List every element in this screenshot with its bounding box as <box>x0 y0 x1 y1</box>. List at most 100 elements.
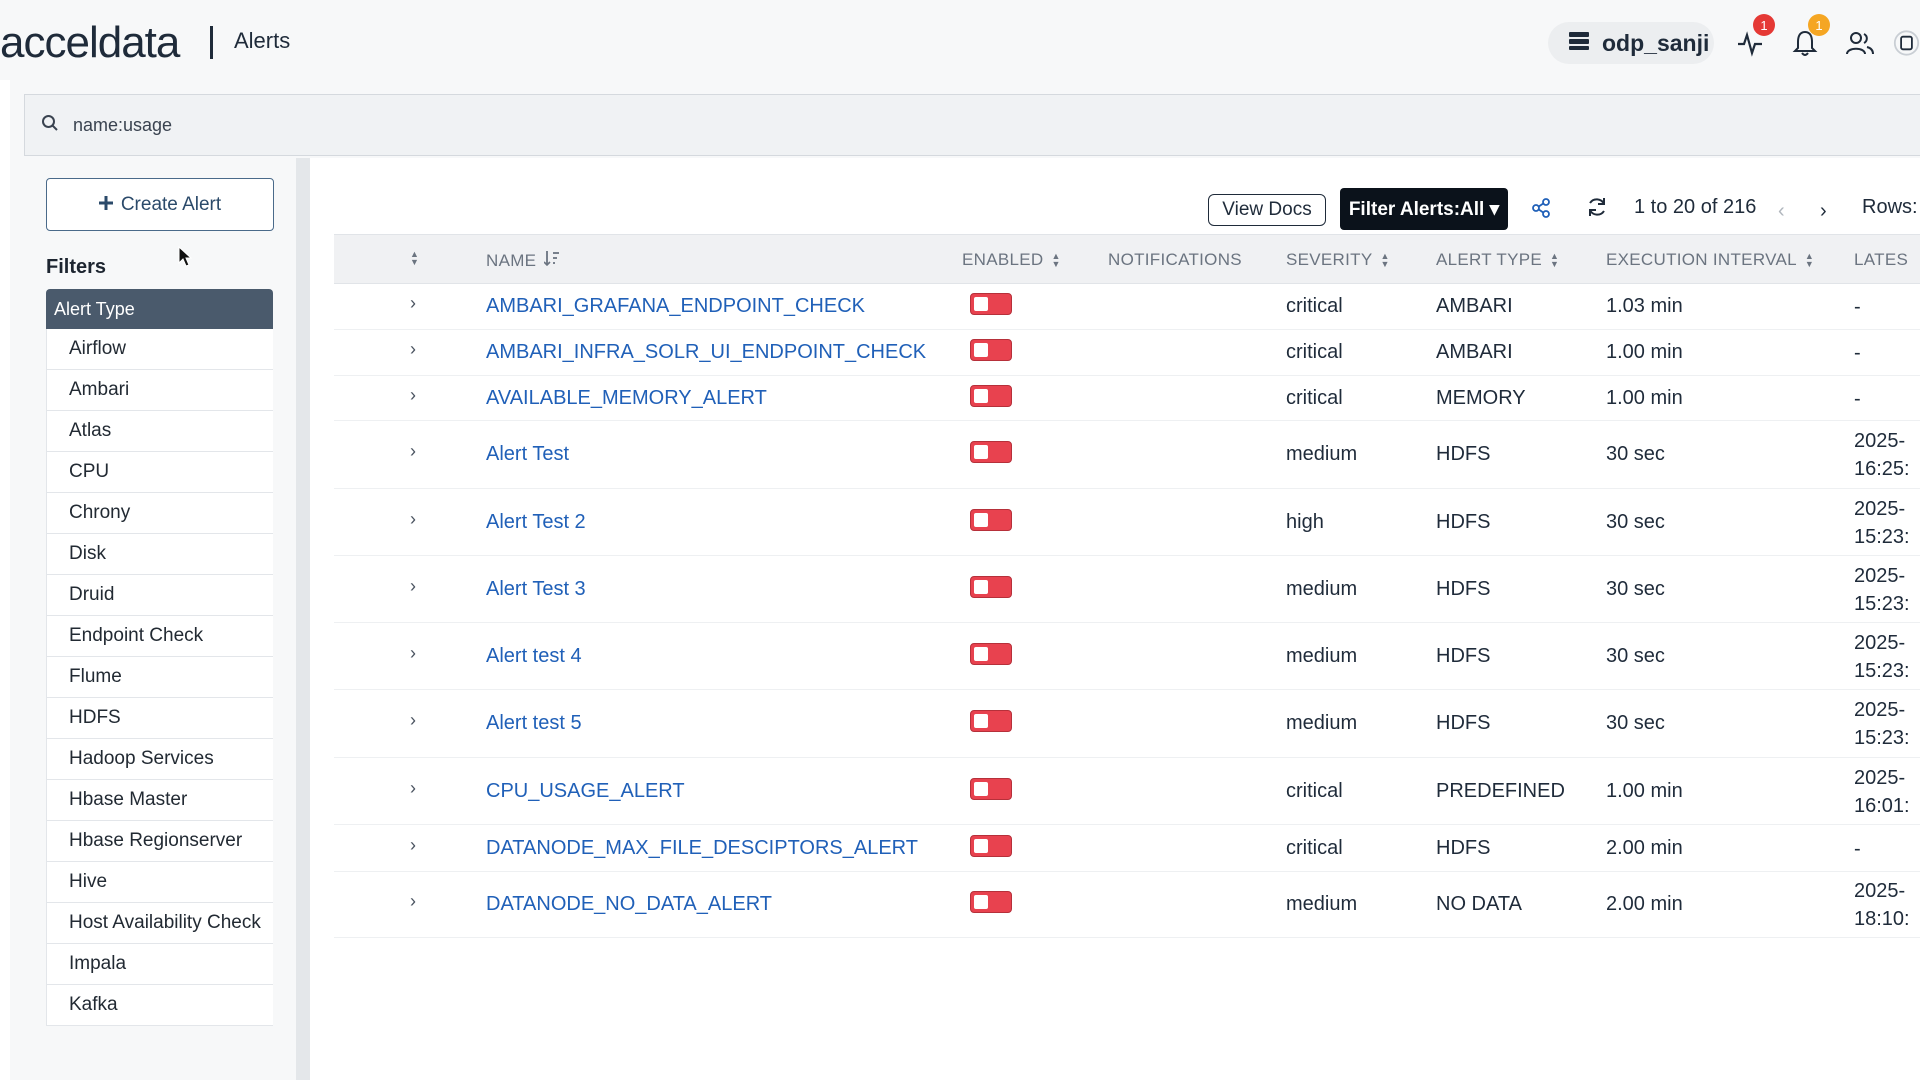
enabled-toggle[interactable] <box>970 710 1012 732</box>
filter-item-hive[interactable]: Hive <box>46 862 273 903</box>
alert-name-link[interactable]: Alert test 5 <box>486 712 582 735</box>
filter-item-flume[interactable]: Flume <box>46 657 273 698</box>
table-row[interactable]: › DATANODE_MAX_FILE_DESCIPTORS_ALERT cri… <box>334 825 1920 872</box>
table-row[interactable]: › AVAILABLE_MEMORY_ALERT critical MEMORY… <box>334 376 1920 421</box>
filter-alerts-dropdown[interactable]: Filter Alerts:All ▾ <box>1340 188 1508 230</box>
filter-item-impala[interactable]: Impala <box>46 944 273 985</box>
header-latest[interactable]: LATES <box>1854 250 1908 270</box>
alert-name-link[interactable]: CPU_USAGE_ALERT <box>486 780 685 803</box>
filter-item-hdfs[interactable]: HDFS <box>46 698 273 739</box>
alert-type-cell: HDFS <box>1436 443 1491 465</box>
users-icon[interactable] <box>1843 26 1877 60</box>
table-row[interactable]: › AMBARI_INFRA_SOLR_UI_ENDPOINT_CHECK cr… <box>334 330 1920 376</box>
expand-chevron-icon[interactable]: › <box>410 778 416 799</box>
expand-chevron-icon[interactable]: › <box>410 509 416 530</box>
share-icon[interactable] <box>1532 198 1550 223</box>
latest-line-1: 2025- <box>1854 631 1906 654</box>
activity-badge: 1 <box>1753 14 1775 36</box>
expand-chevron-icon[interactable]: › <box>410 835 416 856</box>
filter-item-cpu[interactable]: CPU <box>46 452 273 493</box>
enabled-toggle[interactable] <box>970 777 1012 800</box>
alert-name-link[interactable]: AMBARI_INFRA_SOLR_UI_ENDPOINT_CHECK <box>486 341 926 364</box>
expand-chevron-icon[interactable]: › <box>410 385 416 406</box>
table-row[interactable]: › Alert test 4 medium HDFS 30 sec 2025- … <box>334 623 1920 690</box>
filter-item-hbase-regionserver[interactable]: Hbase Regionserver <box>46 821 273 862</box>
table-row[interactable]: › DATANODE_NO_DATA_ALERT medium NO DATA … <box>334 872 1920 938</box>
enabled-toggle[interactable] <box>970 575 1012 598</box>
expand-chevron-icon[interactable]: › <box>410 643 416 664</box>
alert-name-link[interactable]: Alert Test 3 <box>486 578 586 601</box>
activity-icon[interactable]: 1 <box>1733 14 1775 60</box>
header-alert-type[interactable]: ALERT TYPE ▲ ▼ <box>1436 250 1559 270</box>
filter-item-disk[interactable]: Disk <box>46 534 273 575</box>
filter-item-kafka[interactable]: Kafka <box>46 985 273 1026</box>
filter-group-alert-type[interactable]: Alert Type <box>46 289 273 329</box>
filter-item-host-availability-check[interactable]: Host Availability Check <box>46 903 273 944</box>
enabled-toggle[interactable] <box>970 293 1012 315</box>
alert-name-link[interactable]: Alert Test <box>486 443 569 466</box>
filter-item-druid[interactable]: Druid <box>46 575 273 616</box>
enabled-toggle[interactable] <box>970 508 1012 531</box>
expand-chevron-icon[interactable]: › <box>410 576 416 597</box>
expand-chevron-icon[interactable]: › <box>410 891 416 912</box>
expand-chevron-icon[interactable]: › <box>410 441 416 462</box>
latest-cell: 2025- 15:23: <box>1854 562 1910 618</box>
enabled-toggle[interactable] <box>970 834 1012 857</box>
search-bar[interactable] <box>24 94 1920 156</box>
table-row[interactable]: › Alert test 5 medium HDFS 30 sec 2025- … <box>334 690 1920 758</box>
cluster-selector[interactable]: odp_sanji <box>1548 22 1714 64</box>
enabled-toggle[interactable] <box>970 441 1012 463</box>
bell-icon[interactable]: 1 <box>1788 14 1830 60</box>
acceldata-logo[interactable]: acceldata <box>0 18 180 68</box>
chevron-right-icon[interactable]: › <box>1820 200 1827 223</box>
filter-item-chrony[interactable]: Chrony <box>46 493 273 534</box>
filter-item-ambari[interactable]: Ambari <box>46 370 273 411</box>
header-divider <box>210 26 213 59</box>
filter-item-hbase-master[interactable]: Hbase Master <box>46 780 273 821</box>
alert-type-cell: AMBARI <box>1436 295 1513 317</box>
severity-cell: high <box>1286 510 1324 533</box>
table-row[interactable]: › CPU_USAGE_ALERT critical PREDEFINED 1.… <box>334 758 1920 825</box>
create-alert-button[interactable]: Create Alert <box>46 178 274 231</box>
cluster-name: odp_sanji <box>1602 29 1710 56</box>
interval-cell: 1.03 min <box>1606 295 1683 317</box>
table-row[interactable]: › Alert Test medium HDFS 30 sec 2025- 16… <box>334 421 1920 489</box>
alert-name-link[interactable]: Alert Test 2 <box>486 511 586 534</box>
enabled-toggle[interactable] <box>970 891 1012 913</box>
alert-name-link[interactable]: AMBARI_GRAFANA_ENDPOINT_CHECK <box>486 295 865 318</box>
alert-name-link[interactable]: AVAILABLE_MEMORY_ALERT <box>486 387 767 410</box>
alerts-main: View Docs Filter Alerts:All ▾ 1 to 20 of… <box>310 158 1920 1080</box>
table-row[interactable]: › Alert Test 3 medium HDFS 30 sec 2025- … <box>334 556 1920 623</box>
header-notifications-label: NOTIFICATIONS <box>1108 250 1242 269</box>
table-row[interactable]: › Alert Test 2 high HDFS 30 sec 2025- 15… <box>334 489 1920 556</box>
header-severity[interactable]: SEVERITY ▲ ▼ <box>1286 250 1390 270</box>
latest-line-1: 2025- <box>1854 766 1906 789</box>
enabled-toggle[interactable] <box>970 642 1012 665</box>
filter-item-endpoint-check[interactable]: Endpoint Check <box>46 616 273 657</box>
expand-chevron-icon[interactable]: › <box>410 293 416 314</box>
header-execution-interval[interactable]: EXECUTION INTERVAL ▲ ▼ <box>1606 250 1814 270</box>
enabled-toggle[interactable] <box>970 339 1012 361</box>
refresh-icon[interactable] <box>1586 196 1608 223</box>
enabled-toggle[interactable] <box>970 384 1012 407</box>
alert-name-link[interactable]: Alert test 4 <box>486 645 582 668</box>
view-docs-button[interactable]: View Docs <box>1208 194 1326 226</box>
filter-item-hadoop-services[interactable]: Hadoop Services <box>46 739 273 780</box>
expand-chevron-icon[interactable]: › <box>410 710 416 731</box>
search-input[interactable] <box>73 114 673 136</box>
chevron-left-icon[interactable]: ‹ <box>1778 200 1785 223</box>
filter-item-airflow[interactable]: Airflow <box>46 329 273 370</box>
alert-type-cell: HDFS <box>1436 712 1491 734</box>
header-enabled[interactable]: ENABLED ▲ ▼ <box>962 250 1061 270</box>
latest-cell: 2025- 16:01: <box>1854 764 1910 820</box>
alert-name-link[interactable]: DATANODE_NO_DATA_ALERT <box>486 893 772 916</box>
expand-sort-icon[interactable]: ▲ ▼ <box>410 250 419 267</box>
severity-cell: medium <box>1286 443 1358 465</box>
alert-name-link[interactable]: DATANODE_MAX_FILE_DESCIPTORS_ALERT <box>486 837 918 860</box>
panel-divider[interactable] <box>296 158 310 1080</box>
header-name[interactable]: NAME <box>486 250 560 271</box>
filter-item-atlas[interactable]: Atlas <box>46 411 273 452</box>
apps-icon[interactable] <box>1893 26 1920 60</box>
table-row[interactable]: › AMBARI_GRAFANA_ENDPOINT_CHECK critical… <box>334 284 1920 330</box>
expand-chevron-icon[interactable]: › <box>410 339 416 360</box>
